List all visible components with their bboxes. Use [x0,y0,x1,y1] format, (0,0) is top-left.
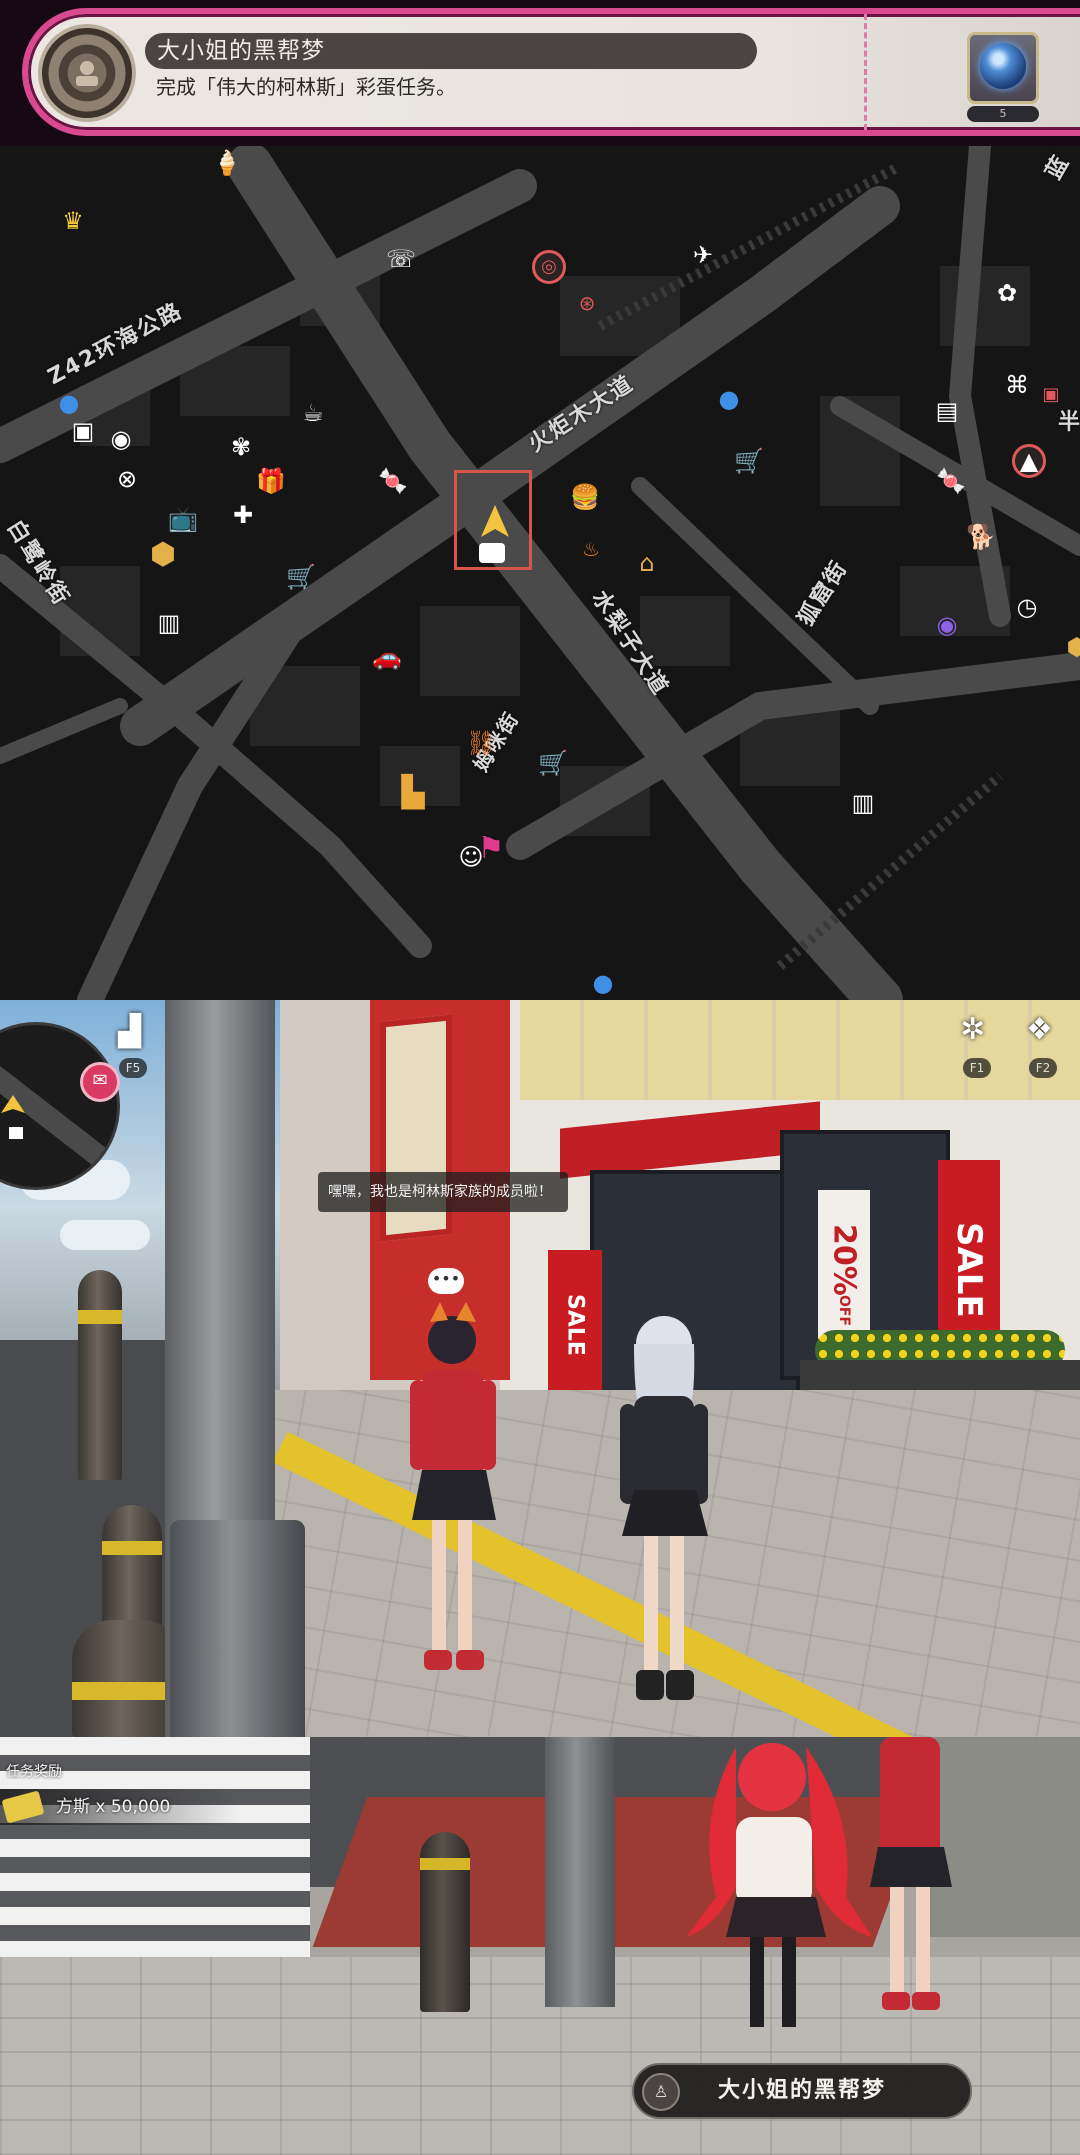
gift-icon[interactable]: 🎁 [254,464,288,498]
chain-link-icon[interactable]: ⛓ [464,726,498,760]
reward-section-title: 任务奖励 [6,1764,62,1780]
quest-tracker[interactable]: ♙ 大小姐的黑帮梦 [632,2063,972,2119]
bangboo-icon-2[interactable]: ● [586,966,620,1000]
ice-cream-icon[interactable]: 🍦 [210,146,244,180]
hotkey-f1: F1 [963,1058,991,1078]
candy-icon[interactable]: 🍬 [376,464,410,498]
quest-name: 大小姐的黑帮梦 [717,2078,886,2103]
character-red-jacket-back[interactable] [866,1737,956,2017]
hollow-zero-icon[interactable]: ◎ [532,250,566,284]
flower-icon[interactable]: ✿ [990,276,1024,310]
race-flag-icon[interactable]: ⚑ [474,832,508,866]
store-upper-facade [520,1000,1080,1100]
package-icon[interactable]: ⬢ [146,538,180,572]
signal-icon[interactable]: ☏ [384,242,418,276]
player-arrow-icon [481,505,509,537]
ticket-icon[interactable]: ▣ [1034,378,1068,412]
health-icon[interactable]: ✚ [226,498,260,532]
warning-icon[interactable]: ⊛ [570,286,604,320]
chat-button[interactable]: ✉ [80,1062,120,1102]
character-silver-hair[interactable] [604,1300,724,1710]
off-text: OFF [836,1295,852,1327]
cafe-icon[interactable]: ♨ [574,532,608,566]
compass-icon[interactable]: ▲ [1012,444,1046,478]
medal-icon [38,24,136,122]
quest-icon: ♙ [642,2073,680,2111]
reward-entry-text: 方斯 x 50,000 [56,1797,171,1817]
arcade-icon[interactable]: ▥ [152,606,186,640]
bookstore-icon[interactable]: ▤ [930,394,964,428]
clock-icon[interactable]: ◷ [1010,590,1044,624]
ability-icon[interactable]: ❖ [1026,1012,1053,1047]
dog-icon[interactable]: 🐕 [964,520,998,554]
game-view-bottom[interactable]: 任务奖励 方斯 x 50,000 ♙ 大小姐的黑帮梦 [0,1737,1080,2155]
sale-banner-small: SALE [548,1250,602,1400]
polychrome-orb-icon [980,43,1026,89]
player-location-highlight [454,470,532,570]
game-view[interactable]: 20% OFF SALE SALE 嘿嘿，我也是柯林斯家族的成员啦！ ••• ✉… [0,1000,1080,1737]
cloud [60,1220,150,1250]
egg-icon[interactable]: ◉ [104,422,138,456]
shirt-icon [479,543,505,563]
orb-icon[interactable]: ◉ [930,608,964,642]
reward-count: 5 [967,106,1039,122]
wing-icon[interactable]: ✈ [686,238,720,272]
home-icon[interactable]: ⌂ [630,546,664,580]
achievement-banner: 大小姐的黑帮梦 完成「伟大的柯林斯」彩蛋任务。 5 [0,0,1080,146]
newsstand-icon[interactable]: ▥ [846,786,880,820]
hotkey-f5: F5 [119,1058,147,1078]
flower-shop-icon[interactable]: ✾ [224,430,258,464]
talking-indicator: ••• [428,1268,464,1294]
dennies-icon [1,1790,45,1824]
cart-icon-2[interactable]: 🛒 [284,560,318,594]
station-icon[interactable]: ⌘ [1000,368,1034,402]
cart-icon-3[interactable]: 🛒 [536,746,570,780]
car-icon[interactable]: 🚗 [370,640,404,674]
bollard [78,1270,122,1480]
crown-shop-icon[interactable]: ♛ [56,204,90,238]
reward-entry: 方斯 x 50,000 [0,1789,240,1825]
bollard [420,1832,470,2012]
discount-text: 20% [826,1223,862,1296]
street-pole-base [170,1520,305,1737]
reward-item[interactable] [967,32,1039,104]
bollard [102,1505,162,1635]
video-icon[interactable]: ⊗ [110,462,144,496]
phone-icon[interactable]: ▣ [66,414,100,448]
burger-icon[interactable]: 🍔 [568,480,602,514]
achievement-description: 完成「伟大的柯林斯」彩蛋任务。 [156,75,456,99]
package-icon-2[interactable]: ⬢ [1060,630,1080,664]
tv-icon[interactable]: 📺 [166,502,200,536]
coffee-icon[interactable]: ☕ [296,396,330,430]
city-icon[interactable]: ▟ [118,1014,141,1049]
building-icon[interactable]: ▙ [396,776,430,810]
city-map[interactable]: Z42环海公路 火炬木大道 水梨子大道 白鹭岭街 狐窟街 姆咪街 蓝 半 🍦 ♛… [0,146,1080,1000]
character-red-twintails[interactable] [676,1737,876,2037]
dialogue-bubble: 嘿嘿，我也是柯林斯家族的成员啦！ [318,1172,568,1212]
hotkey-f2: F2 [1029,1058,1057,1078]
achievement-title: 大小姐的黑帮梦 [145,33,757,69]
camera-mode-icon[interactable]: ✲ [960,1012,985,1047]
candy-icon-2[interactable]: 🍬 [934,464,968,498]
character-red-jacket[interactable] [396,1300,506,1680]
street-pole [545,1737,615,2007]
bangboo-shop-icon[interactable]: ● [712,382,746,416]
cart-icon[interactable]: 🛒 [732,444,766,478]
